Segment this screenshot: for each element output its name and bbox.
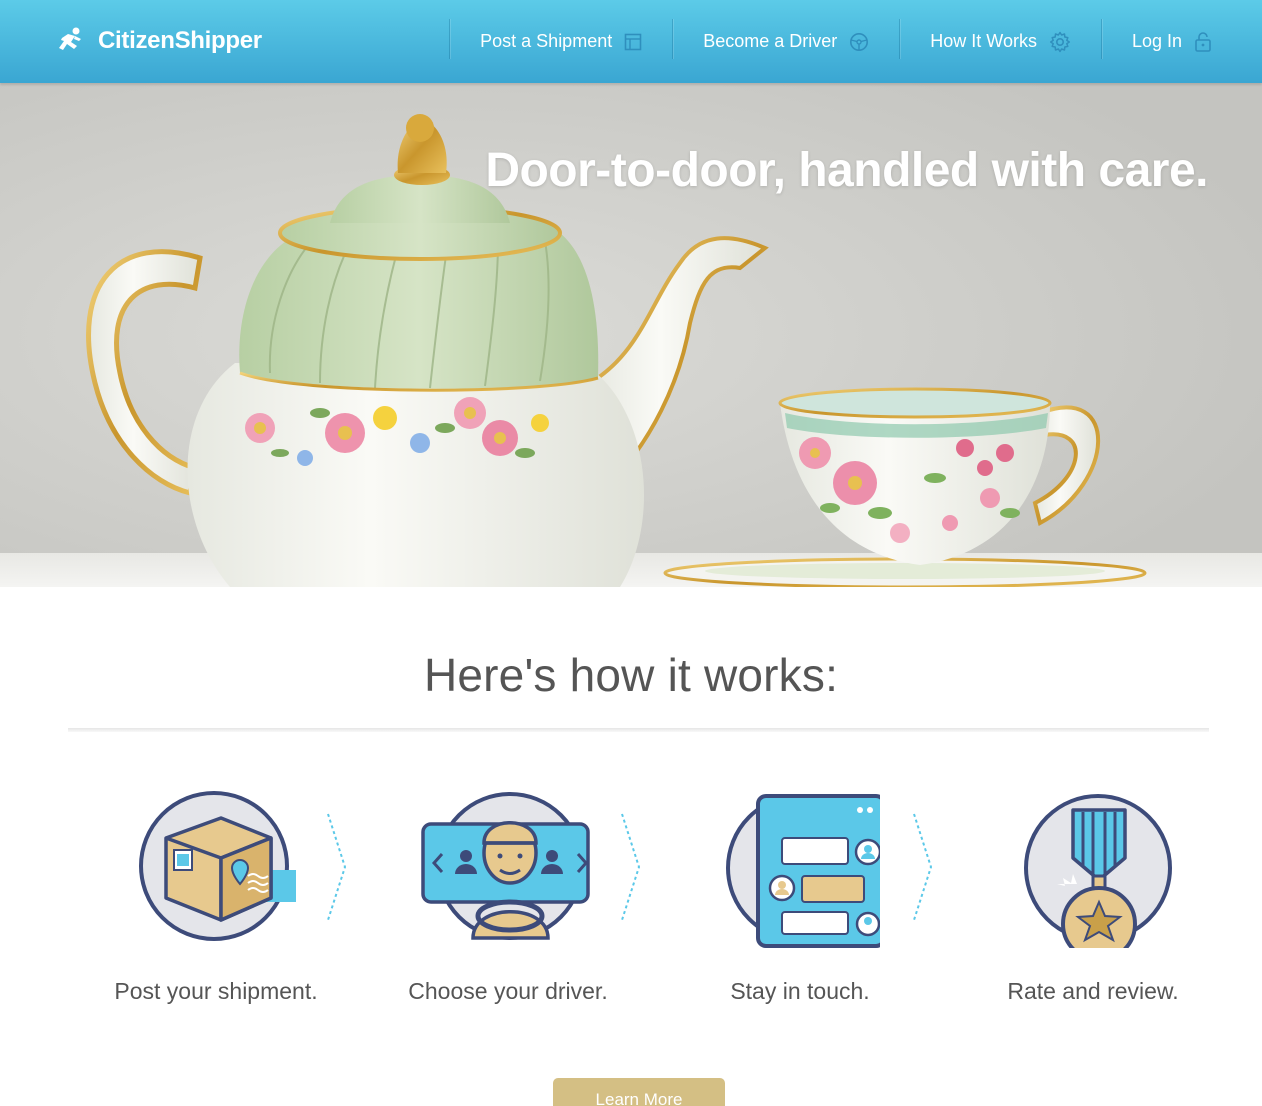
step-label: Stay in touch.	[730, 978, 870, 1004]
top-navigation-bar: CitizenShipper Post a Shipment Become a …	[0, 0, 1262, 83]
logo-text: CitizenShipper	[98, 27, 262, 54]
step-label: Rate and review.	[1007, 978, 1179, 1004]
gear-icon	[1049, 31, 1071, 53]
nav-how-it-works[interactable]: How It Works	[900, 0, 1101, 83]
driver-icon	[421, 788, 590, 948]
section-divider	[68, 728, 1209, 732]
nav-label: Become a Driver	[703, 31, 838, 51]
how-it-works-title: Here's how it works:	[423, 649, 839, 701]
chevron-right-icon	[913, 813, 933, 921]
main-nav: Post a Shipment Become a Driver How It W…	[449, 0, 1262, 83]
step-stay-in-touch: Stay in touch.	[675, 788, 925, 1005]
citizenshipper-logo[interactable]: CitizenShipper	[56, 24, 262, 58]
nav-label: How It Works	[930, 31, 1037, 51]
learn-more-button[interactable]: Learn More	[553, 1078, 725, 1106]
chevron-right-icon	[621, 813, 641, 921]
nav-become-driver[interactable]: Become a Driver	[673, 0, 899, 83]
hero-banner: Door-to-door, handled with care.	[0, 83, 1262, 587]
step-label: Post your shipment.	[114, 978, 318, 1004]
form-icon	[624, 33, 642, 51]
step-rate-review: Rate and review.	[968, 788, 1218, 1005]
steering-wheel-icon	[849, 32, 869, 52]
lock-icon	[1194, 31, 1212, 53]
chat-icon	[720, 788, 886, 948]
runner-logo-icon	[56, 26, 86, 57]
chevron-right-icon	[327, 813, 347, 921]
nav-log-in[interactable]: Log In	[1102, 0, 1262, 83]
step-choose-driver: Choose your driver.	[383, 788, 633, 1005]
hero-title: Door-to-door, handled with care.	[485, 144, 1208, 197]
package-icon	[136, 788, 296, 948]
step-label: Choose your driver.	[408, 978, 608, 1004]
nav-post-shipment[interactable]: Post a Shipment	[450, 0, 672, 83]
step-post-shipment: Post your shipment.	[91, 788, 341, 1005]
medal-icon	[1013, 788, 1173, 962]
nav-label: Post a Shipment	[480, 31, 613, 51]
nav-label: Log In	[1131, 31, 1182, 51]
